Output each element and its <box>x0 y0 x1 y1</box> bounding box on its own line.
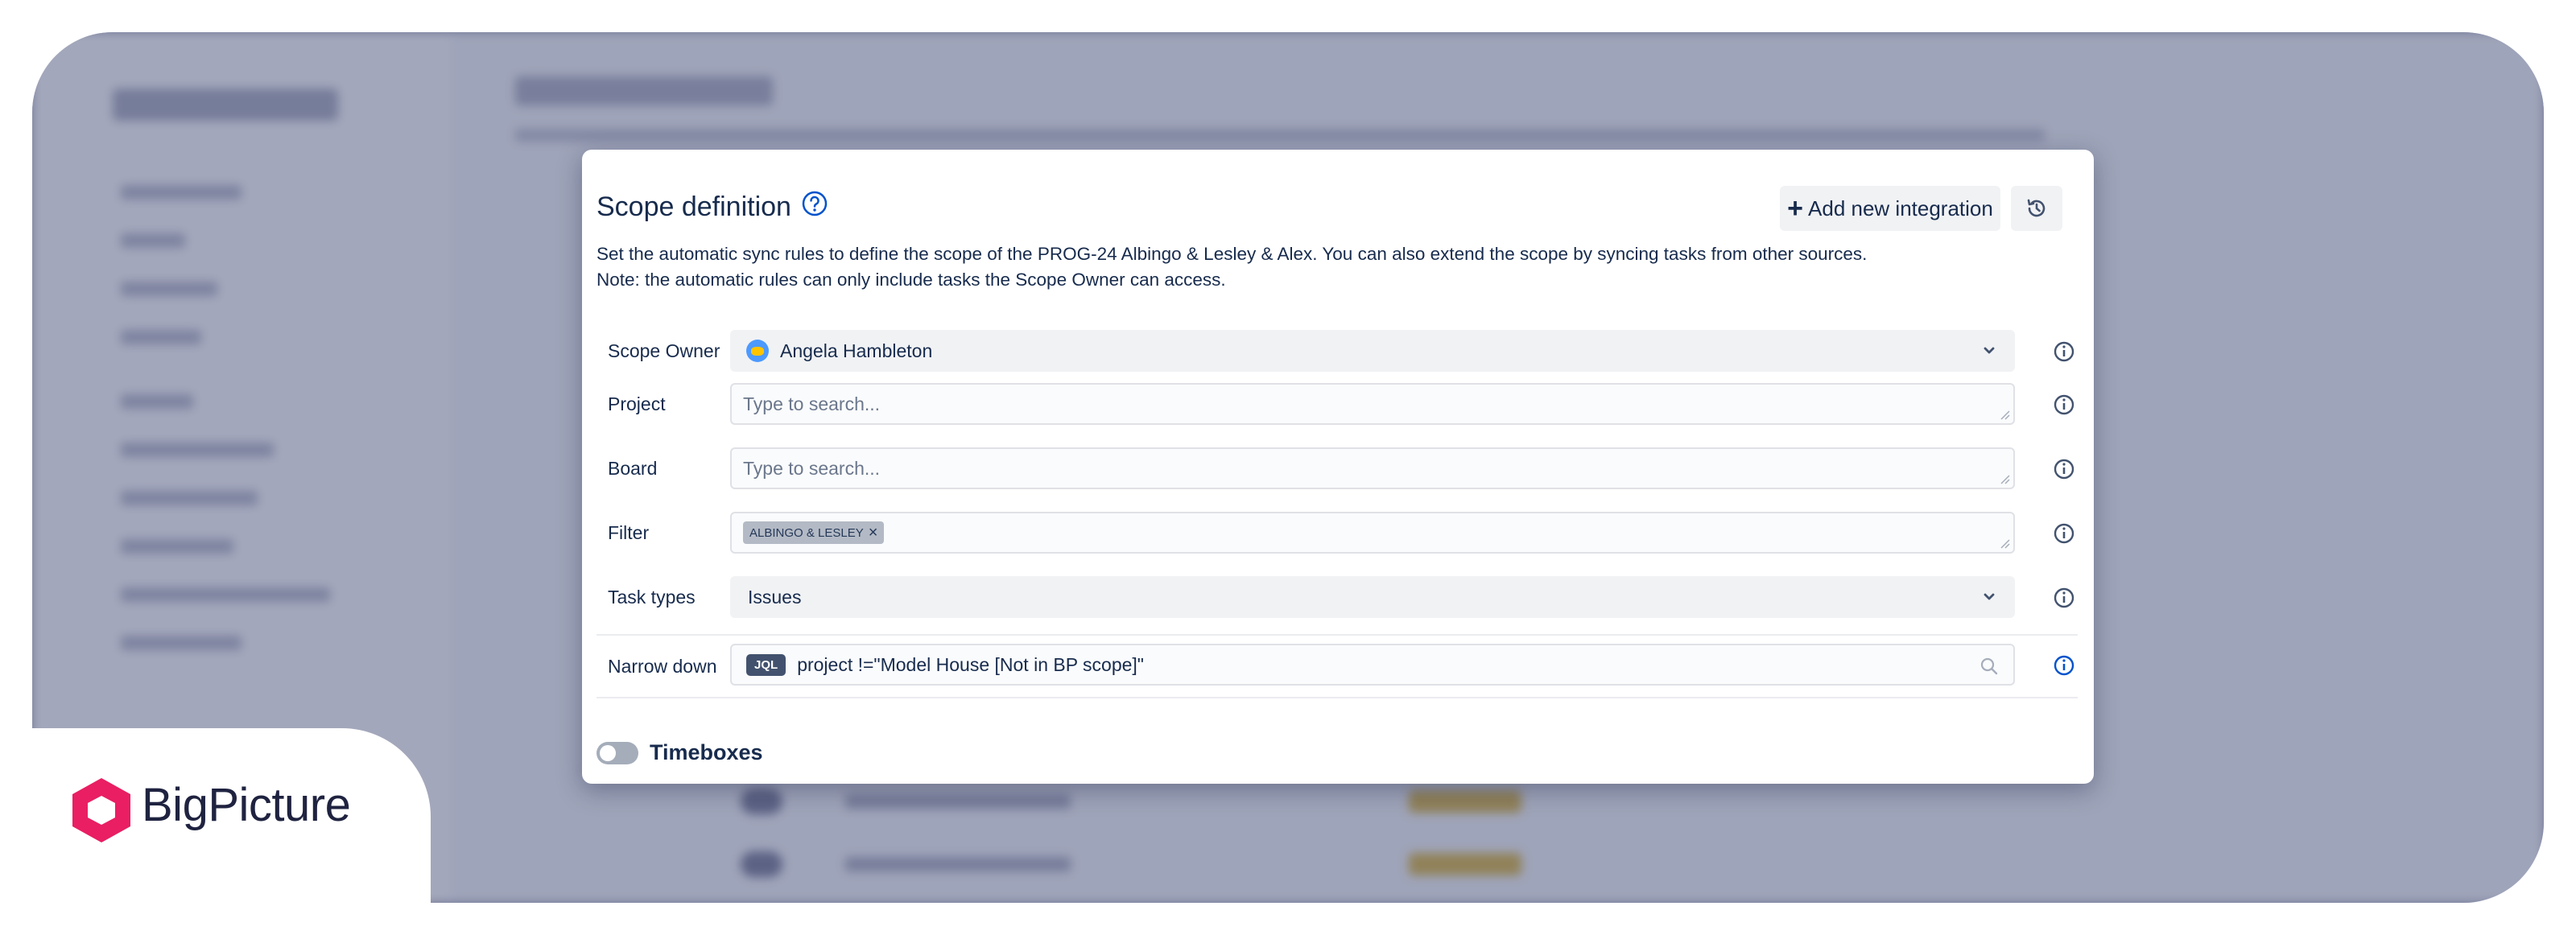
filter-input[interactable]: ALBINGO & LESLEY × <box>730 512 2015 554</box>
board-row: Board Type to search... <box>597 444 2078 492</box>
info-icon[interactable] <box>2052 393 2076 417</box>
history-button[interactable] <box>2011 186 2062 231</box>
timeboxes-label: Timeboxes <box>650 740 763 764</box>
project-placeholder: Type to search... <box>743 393 881 414</box>
resize-handle-icon[interactable] <box>1999 473 2010 484</box>
scope-owner-label: Scope Owner <box>608 340 720 361</box>
scope-owner-value: Angela Hambleton <box>780 340 933 361</box>
project-row: Project Type to search... <box>597 380 2078 428</box>
project-search-input[interactable]: Type to search... <box>730 383 2015 425</box>
plus-icon: + <box>1787 193 1804 224</box>
scope-owner-select[interactable]: Angela Hambleton <box>730 330 2015 372</box>
info-icon[interactable] <box>2052 521 2076 546</box>
task-types-value: Issues <box>748 586 802 608</box>
dialog-description: Set the automatic sync rules to define t… <box>597 244 1868 290</box>
history-icon <box>2027 199 2046 217</box>
avatar-icon <box>746 340 769 362</box>
add-new-integration-button[interactable]: + Add new integration <box>1780 186 2000 231</box>
board-placeholder: Type to search... <box>743 457 881 479</box>
project-label: Project <box>608 393 666 414</box>
filter-tag-label: ALBINGO & LESLEY <box>749 525 864 540</box>
info-icon[interactable] <box>2052 340 2076 364</box>
info-icon[interactable] <box>2052 653 2076 678</box>
info-icon[interactable] <box>2052 457 2076 481</box>
narrow-down-label: Narrow down <box>608 655 717 677</box>
brand-logo-card: BigPicture <box>32 728 431 903</box>
timeboxes-toggle[interactable] <box>597 742 638 764</box>
resize-handle-icon[interactable] <box>1999 538 2010 549</box>
scope-owner-row: Scope Owner Angela Hambleton <box>597 327 2078 375</box>
dialog-title: Scope definition <box>597 192 791 222</box>
filter-label: Filter <box>608 521 650 543</box>
close-icon[interactable]: × <box>869 525 878 541</box>
search-icon[interactable] <box>1978 655 2000 678</box>
logo-hexagon-icon <box>72 778 130 842</box>
jql-badge: JQL <box>746 653 786 676</box>
jql-query-text: project !="Model House [Not in BP scope]… <box>797 653 1144 675</box>
narrow-down-row: Narrow down JQL project !="Model House [… <box>597 634 2078 698</box>
resize-handle-icon[interactable] <box>1999 409 2010 420</box>
task-types-label: Task types <box>608 586 696 608</box>
task-types-select[interactable]: Issues <box>730 576 2015 618</box>
board-search-input[interactable]: Type to search... <box>730 447 2015 489</box>
brand-name: BigPicture <box>142 779 351 831</box>
help-circle-icon[interactable] <box>801 190 828 217</box>
chevron-down-icon <box>1984 347 1995 354</box>
chevron-down-icon <box>1984 593 1995 600</box>
filter-row: Filter ALBINGO & LESLEY × <box>597 509 2078 557</box>
filter-tag: ALBINGO & LESLEY × <box>743 521 885 544</box>
jql-input[interactable]: JQL project !="Model House [Not in BP sc… <box>730 644 2015 686</box>
add-new-integration-label: Add new integration <box>1808 196 1993 220</box>
info-icon[interactable] <box>2052 586 2076 610</box>
task-types-row: Task types Issues <box>597 573 2078 621</box>
board-label: Board <box>608 457 658 479</box>
scope-definition-dialog: Scope definition + Add new integration S… <box>582 150 2094 784</box>
